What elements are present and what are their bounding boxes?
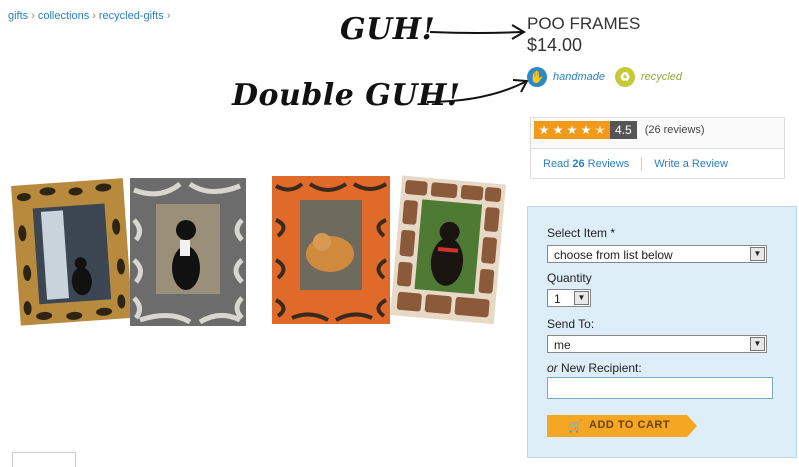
new-recipient-text: New Recipient: (557, 361, 642, 375)
chevron-down-icon: ▼ (574, 291, 589, 305)
read-reviews-count: 26 (572, 157, 585, 170)
read-reviews-suffix: Reviews (584, 157, 630, 170)
product-title: POO FRAMES (527, 14, 641, 33)
select-item-dropdown[interactable]: choose from list below ▼ (547, 245, 767, 263)
tiger-frame (272, 176, 390, 324)
rating-value: 4.5 (610, 121, 637, 139)
quantity-dropdown[interactable]: 1 ▼ (547, 289, 591, 307)
product-price: $14.00 (527, 35, 583, 55)
star-rating: ★ ★ ★ ★ ★ (534, 121, 610, 139)
zebra-frame (130, 178, 246, 326)
new-recipient-label: or New Recipient: (547, 361, 642, 375)
send-to-value: me (554, 338, 571, 352)
write-review-link[interactable]: Write a Review (642, 158, 740, 170)
half-star-icon: ★ (594, 123, 606, 137)
select-item-label: Select Item * (547, 226, 616, 240)
star-icon: ★ (538, 123, 550, 137)
new-recipient-input[interactable] (547, 377, 773, 399)
breadcrumb-separator: › (166, 10, 171, 22)
leopard-frame (11, 178, 133, 326)
reviews-count: (26 reviews) (644, 124, 705, 136)
rating-box: ★ ★ ★ ★ ★ 4.5 (26 reviews) Read 26 Revie… (530, 117, 785, 179)
chevron-down-icon: ▼ (750, 247, 765, 261)
rating-links: Read 26 Reviews Write a Review (531, 148, 784, 178)
annotation-arrow-handmade (426, 79, 529, 103)
annotation-arrow-title (429, 24, 526, 40)
breadcrumb-collections[interactable]: collections (38, 10, 89, 22)
send-to-dropdown[interactable]: me ▼ (547, 335, 767, 353)
handmade-label: handmade (553, 71, 605, 83)
quantity-value: 1 (554, 292, 561, 306)
star-icon: ★ (580, 123, 592, 137)
breadcrumb-gifts[interactable]: gifts (8, 10, 28, 22)
add-to-cart-button[interactable]: 🛒 ADD TO CART (547, 415, 697, 437)
read-reviews-link[interactable]: Read 26 Reviews (531, 158, 641, 170)
star-icon: ★ (552, 123, 564, 137)
quantity-label: Quantity (547, 271, 592, 285)
annotation-guh: GUH! (340, 12, 436, 47)
recycled-label: recycled (641, 71, 682, 83)
giraffe-frame (390, 175, 506, 325)
chevron-down-icon: ▼ (750, 337, 765, 351)
add-to-cart-label: ADD TO CART (589, 419, 671, 431)
select-item-value: choose from list below (554, 248, 673, 262)
breadcrumb-recycled-gifts[interactable]: recycled-gifts (99, 10, 164, 22)
breadcrumb-separator: › (31, 10, 35, 22)
breadcrumb: gifts › collections › recycled-gifts › (8, 10, 173, 22)
recycled-badge[interactable]: ♻ recycled (615, 67, 682, 87)
handmade-badge[interactable]: ✋ handmade (527, 67, 605, 87)
send-to-label: Send To: (547, 317, 595, 331)
rating-summary: ★ ★ ★ ★ ★ 4.5 (26 reviews) (534, 121, 705, 139)
cart-icon: 🛒 (568, 419, 583, 433)
star-icon: ★ (566, 123, 578, 137)
new-recipient-or: or (547, 361, 558, 375)
tab-stub[interactable] (12, 452, 76, 467)
hand-icon: ✋ (527, 67, 547, 87)
read-reviews-prefix: Read (543, 157, 573, 170)
recycle-icon: ♻ (615, 67, 635, 87)
order-panel: Select Item * choose from list below ▼ Q… (527, 206, 797, 458)
product-image (11, 175, 506, 326)
breadcrumb-separator: › (92, 10, 96, 22)
